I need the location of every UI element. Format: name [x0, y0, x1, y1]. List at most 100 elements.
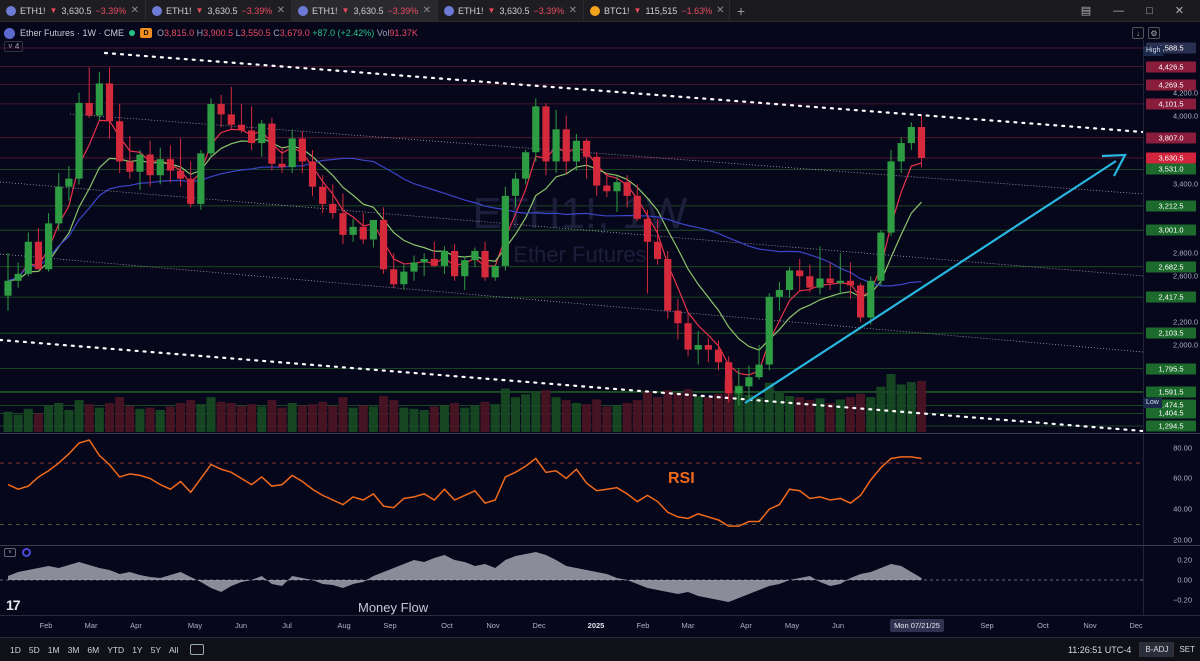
money-flow-scale[interactable]: 0.20 0.00 −0.20 — [1143, 546, 1200, 615]
close-window-icon[interactable]: ✕ — [1175, 4, 1184, 17]
price-scale[interactable]: 4,200.0 4,000.0 3,400.0 2,800.0 2,600.0 2,200… — [1143, 40, 1200, 433]
time-tick-label: May — [187, 621, 203, 630]
close-tab-icon[interactable]: ✕ — [131, 5, 139, 16]
candle-body — [116, 121, 124, 162]
volume-bar — [490, 404, 500, 432]
candle — [85, 67, 93, 118]
volume-bar — [511, 397, 520, 432]
candle — [207, 98, 215, 157]
clock[interactable]: 11:26:51 UTC-4 — [1068, 645, 1139, 655]
tab-price: 3,630.5 — [61, 5, 92, 16]
chart-title[interactable]: Ether Futures · 1W · CME — [20, 28, 124, 38]
arrow-down-icon[interactable]: ↓ — [1132, 27, 1144, 39]
time-tick-label: Nov — [1083, 621, 1097, 630]
range-1d-button[interactable]: 1D — [6, 645, 25, 655]
candle — [34, 227, 43, 270]
candle — [166, 145, 174, 183]
volume-bar — [196, 404, 206, 432]
volume-bar — [145, 407, 155, 432]
tab-btc[interactable]: BTC1! ▼ 115,515 −1.63% ✕ — [584, 0, 730, 21]
panel-separator[interactable] — [0, 433, 1200, 434]
volume-value: 91.37K — [389, 28, 418, 38]
candle-body — [258, 123, 266, 144]
back-adjust-button[interactable]: B-ADJ — [1139, 642, 1174, 657]
candle-body — [562, 129, 570, 162]
candle-body — [217, 104, 225, 115]
delayed-badge: D — [140, 28, 153, 38]
candle-body — [298, 138, 306, 162]
time-tick-label: Dec — [1129, 621, 1143, 630]
close-tab-icon[interactable]: ✕ — [277, 5, 285, 16]
candle — [359, 213, 367, 245]
close-tab-icon[interactable]: ✕ — [716, 5, 724, 16]
volume-bar — [74, 400, 84, 432]
chart-canvas[interactable]: ETH1!, 1W Ether Futures — [0, 40, 1143, 615]
candle-body — [593, 156, 601, 186]
range-6m-button[interactable]: 6M — [83, 645, 103, 655]
candle-body — [532, 106, 540, 153]
volume-bar — [845, 397, 855, 432]
volume-bar — [470, 405, 480, 432]
layout-icon[interactable]: ▤ — [1081, 4, 1091, 17]
candle-body — [511, 178, 520, 196]
settlement-button[interactable]: SET — [1173, 642, 1200, 657]
money-flow-area — [8, 552, 922, 602]
candle — [664, 250, 672, 319]
candle-body — [745, 377, 753, 387]
chevron-down-icon[interactable]: ˅ — [4, 548, 16, 557]
close-tab-icon[interactable]: ✕ — [423, 5, 431, 16]
candle — [75, 92, 83, 185]
close-tab-icon[interactable]: ✕ — [569, 5, 577, 16]
candle-body — [654, 241, 662, 259]
tab-eth-1[interactable]: ETH1! ▼ 3,630.5 −3.39% ✕ — [0, 0, 146, 21]
minimize-icon[interactable]: — — [1113, 5, 1124, 17]
calendar-icon[interactable] — [190, 644, 205, 655]
low-value: 3,550.5 — [240, 28, 271, 38]
volume-bar — [592, 399, 602, 432]
moving-averages — [7, 119, 922, 376]
range-1y-button[interactable]: 1Y — [128, 645, 146, 655]
candle-body — [623, 182, 631, 196]
tab-eth-4[interactable]: ETH1! ▼ 3,630.5 −3.39% ✕ — [438, 0, 584, 21]
add-tab-button[interactable]: + — [730, 0, 752, 21]
range-5d-button[interactable]: 5D — [25, 645, 44, 655]
volume-bar — [785, 396, 795, 432]
candle-body — [227, 114, 235, 125]
maximize-icon[interactable]: □ — [1146, 5, 1153, 17]
tab-eth-2[interactable]: ETH1! ▼ 3,630.5 −3.39% ✕ — [146, 0, 292, 21]
volume-bar — [358, 405, 368, 432]
volume-bar — [23, 408, 33, 432]
range-ytd-button[interactable]: YTD — [103, 645, 128, 655]
panel-separator[interactable] — [0, 545, 1200, 546]
volume-bar — [13, 414, 23, 432]
candle-body — [14, 273, 22, 281]
range-3m-button[interactable]: 3M — [64, 645, 84, 655]
candle-body — [867, 280, 875, 318]
settings-icon[interactable]: ⚙ — [1148, 27, 1160, 39]
candle — [197, 149, 205, 210]
candle-body — [430, 258, 438, 266]
volume-bar — [226, 403, 236, 432]
tab-price: 3,630.5 — [353, 5, 384, 16]
price-level-badge: 3,531.0 — [1146, 163, 1196, 175]
candle-body — [237, 124, 246, 131]
tab-eth-3[interactable]: ETH1! ▼ 3,630.5 −3.39% ✕ — [292, 0, 438, 21]
market-open-icon — [129, 30, 136, 36]
high-value: 3,900.5 — [203, 28, 234, 38]
candle — [796, 258, 804, 292]
candle-body — [136, 154, 144, 172]
rsi-scale[interactable]: 80.00 60.00 40.00 20.00 — [1143, 434, 1200, 545]
candle — [339, 193, 347, 245]
volume-bar — [815, 398, 825, 432]
candle-body — [451, 250, 459, 277]
range-5y-button[interactable]: 5Y — [147, 645, 165, 655]
time-tick-label: Sep — [383, 621, 397, 630]
volume-bar — [236, 405, 246, 432]
range-all-button[interactable]: All — [165, 645, 182, 655]
volume-bar — [216, 401, 226, 432]
tradingview-logo[interactable]: 17 — [6, 597, 21, 613]
volume-bar — [115, 397, 125, 432]
time-axis[interactable]: Mon 07/21/25 Feb Mar Apr May Jun Jul Aug Sep Oct… — [0, 615, 1200, 635]
range-1m-button[interactable]: 1M — [44, 645, 64, 655]
chart-legend: Ether Futures · 1W · CME D O3,815.0 H3,9… — [4, 26, 418, 40]
